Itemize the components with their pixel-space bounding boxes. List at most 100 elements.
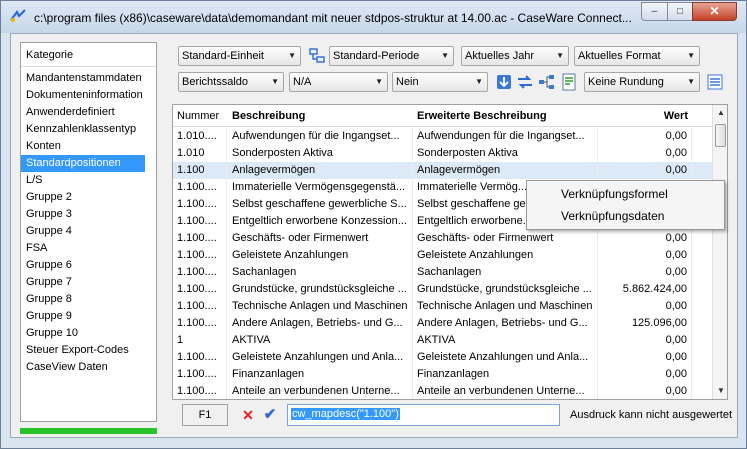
scroll-up-icon[interactable]: ▲ <box>713 105 727 121</box>
table-row[interactable]: 1 AKTIVA AKTIVA 0,00 <box>173 332 713 349</box>
column-header-number[interactable]: Nummer <box>173 105 228 127</box>
formula-input[interactable]: cw_mapdesc("1.100") <box>287 404 560 426</box>
cell-extended[interactable]: Sachanlagen <box>413 264 598 281</box>
cell-description[interactable]: Geschäfts- oder Firmenwert <box>228 230 413 247</box>
cell-value[interactable]: 0,00 <box>598 298 692 315</box>
sidebar-item[interactable]: Gruppe 2 <box>21 189 145 206</box>
table-row[interactable]: 1.100.... Geleistete Anzahlungen und Anla… <box>173 349 713 366</box>
table-row[interactable]: 1.100.... Andere Anlagen, Betriebs- und G… <box>173 315 713 332</box>
sidebar-item[interactable]: Gruppe 7 <box>21 274 145 291</box>
column-header-extended[interactable]: Erweiterte Beschreibung <box>413 105 598 127</box>
cell-number[interactable]: 1.010 <box>173 145 227 162</box>
vertical-scrollbar[interactable]: ▲ ▼ <box>712 105 727 399</box>
unit-dropdown[interactable]: Standard-Einheit ▼ <box>178 46 301 66</box>
sidebar-item[interactable]: Konten <box>21 138 145 155</box>
cell-value[interactable]: 0,00 <box>598 162 692 179</box>
sidebar-item[interactable]: L/S <box>21 172 145 189</box>
cell-value[interactable]: 5.862.424,00 <box>598 281 692 298</box>
cell-description[interactable]: Aufwendungen für die Ingangset... <box>228 128 413 145</box>
table-row[interactable]: 1.100.... Geleistete Anzahlungen Geleistet… <box>173 247 713 264</box>
cell-number[interactable]: 1.100.... <box>173 383 227 399</box>
rounding-dropdown[interactable]: Keine Rundung ▼ <box>584 72 700 92</box>
cell-value[interactable]: 125.096,00 <box>598 315 692 332</box>
column-header-description[interactable]: Beschreibung <box>228 105 413 127</box>
sidebar-item[interactable]: Gruppe 4 <box>21 223 145 240</box>
table-row[interactable]: 1.100.... Anteile an verbundenen Unterne.… <box>173 383 713 399</box>
cell-number[interactable]: 1.100.... <box>173 196 227 213</box>
cell-description[interactable]: Selbst geschaffene gewerbliche S... <box>228 196 413 213</box>
cell-number[interactable]: 1.100.... <box>173 179 227 196</box>
sidebar-item[interactable]: Dokumenteninformation <box>21 87 145 104</box>
context-menu-item-link-formula[interactable]: Verknüpfungsformel <box>527 184 724 204</box>
table-row[interactable]: 1.010 Sonderposten Aktiva Sonderposten Akt… <box>173 145 713 162</box>
cell-number[interactable]: 1.100.... <box>173 264 227 281</box>
flag-dropdown[interactable]: Nein ▼ <box>392 72 488 92</box>
cell-extended[interactable]: Finanzanlagen <box>413 366 598 383</box>
cell-extended[interactable]: AKTIVA <box>413 332 598 349</box>
cell-number[interactable]: 1.100.... <box>173 213 227 230</box>
cell-description[interactable]: AKTIVA <box>228 332 413 349</box>
cell-extended[interactable]: Geleistete Anzahlungen <box>413 247 598 264</box>
sidebar-item[interactable]: Kennzahlenklassentyp <box>21 121 145 138</box>
cell-description[interactable]: Anlagevermögen <box>228 162 413 179</box>
cell-description[interactable]: Anteile an verbundenen Unterne... <box>228 383 413 399</box>
cell-number[interactable]: 1.100.... <box>173 366 227 383</box>
cell-description[interactable]: Grundstücke, grundstücksgleiche ... <box>228 281 413 298</box>
cell-number[interactable]: 1.100.... <box>173 349 227 366</box>
table-row[interactable]: 1.100.... Finanzanlagen Finanzanlagen 0,00 <box>173 366 713 383</box>
table-row[interactable]: 1.100.... Geschäfts- oder Firmenwert Gesch… <box>173 230 713 247</box>
year-dropdown[interactable]: Aktuelles Jahr ▼ <box>461 46 569 66</box>
sidebar-item[interactable]: CaseView Daten <box>21 359 145 376</box>
cell-number[interactable]: 1.100.... <box>173 281 227 298</box>
cell-extended[interactable]: Technische Anlagen und Maschinen <box>413 298 598 315</box>
cell-value[interactable]: 0,00 <box>598 264 692 281</box>
table-row[interactable]: 1.100.... Technische Anlagen und Maschine… <box>173 298 713 315</box>
cell-value[interactable]: 0,00 <box>598 349 692 366</box>
cell-extended[interactable]: Grundstücke, grundstücksgleiche ... <box>413 281 598 298</box>
cell-number[interactable]: 1 <box>173 332 227 349</box>
cell-number[interactable]: 1.100.... <box>173 298 227 315</box>
cell-description[interactable]: Immaterielle Vermögensgegenstä... <box>228 179 413 196</box>
cell-description[interactable]: Entgeltlich erworbene Konzession... <box>228 213 413 230</box>
sidebar-item[interactable]: Gruppe 3 <box>21 206 145 223</box>
sidebar-item[interactable]: Gruppe 10 <box>21 325 145 342</box>
sidebar-item[interactable]: Gruppe 8 <box>21 291 145 308</box>
cell-value[interactable]: 0,00 <box>598 128 692 145</box>
title-bar[interactable]: c:\program files (x86)\caseware\data\dem… <box>1 1 746 33</box>
period-dropdown[interactable]: Standard-Periode ▼ <box>329 46 454 66</box>
sheet-icon[interactable] <box>560 73 578 91</box>
link-icon[interactable] <box>308 47 326 65</box>
column-header-value[interactable]: Wert <box>598 105 692 127</box>
table-row[interactable]: 1.100.... Sachanlagen Sachanlagen 0,00 <box>173 264 713 281</box>
swap-icon[interactable] <box>516 73 534 91</box>
sidebar-item[interactable]: Gruppe 9 <box>21 308 145 325</box>
cell-number[interactable]: 1.100.... <box>173 247 227 264</box>
cell-number[interactable]: 1.010.... <box>173 128 227 145</box>
cell-number[interactable]: 1.100.... <box>173 315 227 332</box>
cell-extended[interactable]: Sonderposten Aktiva <box>413 145 598 162</box>
cell-value[interactable]: 0,00 <box>598 247 692 264</box>
cell-number[interactable]: 1.100 <box>173 162 227 179</box>
cell-description[interactable]: Sachanlagen <box>228 264 413 281</box>
minimize-button[interactable]: – <box>641 2 668 21</box>
sidebar-item[interactable]: Mandantenstammdaten <box>21 70 145 87</box>
list-icon[interactable] <box>706 73 724 91</box>
tree-icon[interactable] <box>538 73 556 91</box>
cell-description[interactable]: Geleistete Anzahlungen <box>228 247 413 264</box>
format-dropdown[interactable]: Aktuelles Format ▼ <box>574 46 700 66</box>
cell-value[interactable]: 0,00 <box>598 332 692 349</box>
cell-extended[interactable]: Geschäfts- oder Firmenwert <box>413 230 598 247</box>
cell-extended[interactable]: Anlagevermögen <box>413 162 598 179</box>
sidebar-item[interactable]: Standardpositionen <box>21 155 145 172</box>
import-icon[interactable] <box>495 73 513 91</box>
cell-extended[interactable]: Geleistete Anzahlungen und Anla... <box>413 349 598 366</box>
cell-description[interactable]: Geleistete Anzahlungen und Anla... <box>228 349 413 366</box>
context-menu-item-link-data[interactable]: Verknüpfungsdaten <box>527 206 724 226</box>
cell-value[interactable]: 0,00 <box>598 145 692 162</box>
cell-description[interactable]: Sonderposten Aktiva <box>228 145 413 162</box>
cell-description[interactable]: Technische Anlagen und Maschinen <box>228 298 413 315</box>
scroll-down-icon[interactable]: ▼ <box>713 383 727 399</box>
cell-value[interactable]: 0,00 <box>598 383 692 399</box>
balance-dropdown[interactable]: Berichtssaldo ▼ <box>178 72 284 92</box>
table-row[interactable]: 1.100 Anlagevermögen Anlagevermögen 0,00 <box>173 162 713 179</box>
